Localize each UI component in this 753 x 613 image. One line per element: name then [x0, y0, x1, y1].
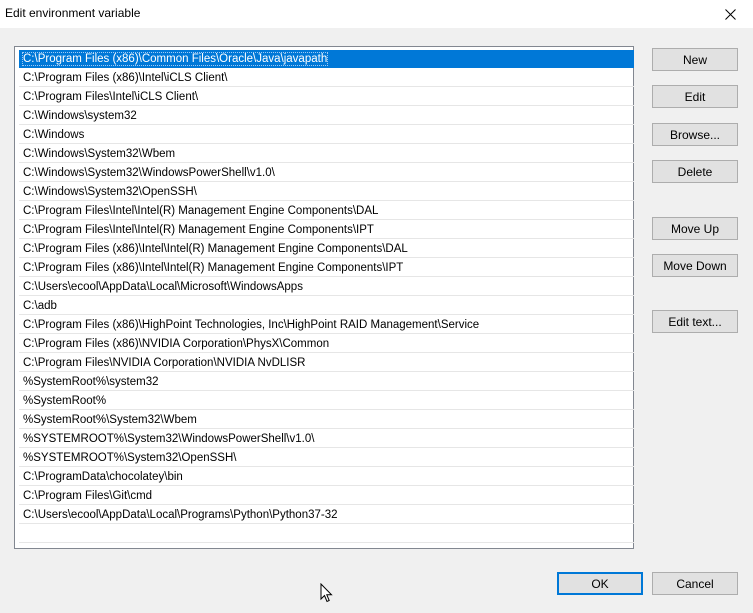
list-item[interactable]: %SYSTEMROOT%\System32\WindowsPowerShell\… — [19, 430, 634, 448]
list-item-text: C:\Windows\System32\WindowsPowerShell\v1… — [23, 167, 275, 179]
list-item[interactable]: C:\Windows\System32\Wbem — [19, 145, 634, 163]
list-item[interactable]: C:\Windows\System32\OpenSSH\ — [19, 183, 634, 201]
list-item-text: C:\Program Files\Intel\iCLS Client\ — [23, 91, 199, 103]
list-item-text: C:\adb — [23, 300, 57, 312]
list-item-text: C:\Users\ecool\AppData\Local\Microsoft\W… — [23, 281, 303, 293]
cancel-button[interactable]: Cancel — [652, 572, 738, 595]
list-item-text: %SystemRoot%\system32 — [23, 376, 159, 388]
ok-button[interactable]: OK — [557, 572, 643, 595]
list-item[interactable]: %SystemRoot% — [19, 392, 634, 410]
mouse-pointer-icon — [320, 583, 333, 603]
list-item[interactable]: C:\Users\ecool\AppData\Local\Microsoft\W… — [19, 278, 634, 296]
list-item-text: C:\Program Files (x86)\NVIDIA Corporatio… — [23, 338, 330, 350]
list-item[interactable]: C:\Program Files\Intel\Intel(R) Manageme… — [19, 202, 634, 220]
list-item-text: C:\Windows\system32 — [23, 110, 137, 122]
list-item[interactable]: C:\Program Files\NVIDIA Corporation\NVID… — [19, 354, 634, 372]
list-item[interactable]: C:\Windows\system32 — [19, 107, 634, 125]
list-item-text: %SYSTEMROOT%\System32\WindowsPowerShell\… — [23, 433, 315, 445]
list-item[interactable]: %SYSTEMROOT%\System32\OpenSSH\ — [19, 449, 634, 467]
list-item-text: C:\Program Files\NVIDIA Corporation\NVID… — [23, 357, 306, 369]
list-item[interactable]: C:\Windows — [19, 126, 634, 144]
list-item-text: %SYSTEMROOT%\System32\OpenSSH\ — [23, 452, 237, 464]
list-item-empty[interactable] — [19, 525, 634, 543]
title-bar: Edit environment variable — [0, 0, 753, 28]
list-item[interactable]: C:\Program Files (x86)\HighPoint Technol… — [19, 316, 634, 334]
list-item-text: C:\ProgramData\chocolatey\bin — [23, 471, 183, 483]
list-item[interactable]: C:\adb — [19, 297, 634, 315]
close-icon — [724, 8, 736, 20]
list-item-text: C:\Program Files (x86)\Intel\Intel(R) Ma… — [23, 243, 408, 255]
list-item[interactable]: C:\ProgramData\chocolatey\bin — [19, 468, 634, 486]
list-item[interactable]: C:\Program Files\Git\cmd — [19, 487, 634, 505]
list-item[interactable]: C:\Program Files (x86)\Common Files\Orac… — [19, 50, 634, 68]
list-item-text: C:\Windows — [23, 129, 85, 141]
list-item[interactable]: C:\Program Files (x86)\Intel\Intel(R) Ma… — [19, 259, 634, 277]
list-item[interactable]: %SystemRoot%\System32\Wbem — [19, 411, 634, 429]
list-item[interactable]: C:\Program Files (x86)\Intel\iCLS Client… — [19, 69, 634, 87]
edit-text-button[interactable]: Edit text... — [652, 310, 738, 333]
list-item-text: C:\Users\ecool\AppData\Local\Programs\Py… — [23, 509, 338, 521]
list-item-text: C:\Program Files\Intel\Intel(R) Manageme… — [23, 224, 374, 236]
list-item[interactable]: C:\Program Files (x86)\NVIDIA Corporatio… — [19, 335, 634, 353]
new-button[interactable]: New — [652, 48, 738, 71]
list-item[interactable]: C:\Windows\System32\WindowsPowerShell\v1… — [19, 164, 634, 182]
list-item[interactable]: C:\Program Files\Intel\iCLS Client\ — [19, 88, 634, 106]
list-item-text: C:\Windows\System32\Wbem — [23, 148, 176, 160]
window-title: Edit environment variable — [5, 6, 141, 20]
delete-button[interactable]: Delete — [652, 160, 738, 183]
list-item-text: C:\Program Files (x86)\HighPoint Technol… — [23, 319, 480, 331]
move-down-button[interactable]: Move Down — [652, 254, 738, 277]
list-item[interactable]: C:\Program Files\Intel\Intel(R) Manageme… — [19, 221, 634, 239]
path-list[interactable]: C:\Program Files (x86)\Common Files\Orac… — [14, 46, 634, 549]
list-item-text: C:\Program Files (x86)\Intel\iCLS Client… — [23, 72, 228, 84]
edit-button[interactable]: Edit — [652, 85, 738, 108]
list-item[interactable]: C:\Program Files (x86)\Intel\Intel(R) Ma… — [19, 240, 634, 258]
move-up-button[interactable]: Move Up — [652, 217, 738, 240]
list-item-text: %SystemRoot%\System32\Wbem — [23, 414, 197, 426]
list-item-text: C:\Program Files (x86)\Intel\Intel(R) Ma… — [23, 262, 404, 274]
close-button[interactable] — [707, 0, 753, 28]
browse-button[interactable]: Browse... — [652, 123, 738, 146]
list-item-text: C:\Windows\System32\OpenSSH\ — [23, 186, 197, 198]
list-item[interactable]: %SystemRoot%\system32 — [19, 373, 634, 391]
list-item-text: C:\Program Files\Git\cmd — [23, 490, 153, 502]
list-item-text: C:\Program Files (x86)\Common Files\Orac… — [21, 52, 329, 66]
list-item-text: C:\Program Files\Intel\Intel(R) Manageme… — [23, 205, 379, 217]
list-item[interactable]: C:\Users\ecool\AppData\Local\Programs\Py… — [19, 506, 634, 524]
list-item-text: %SystemRoot% — [23, 395, 107, 407]
